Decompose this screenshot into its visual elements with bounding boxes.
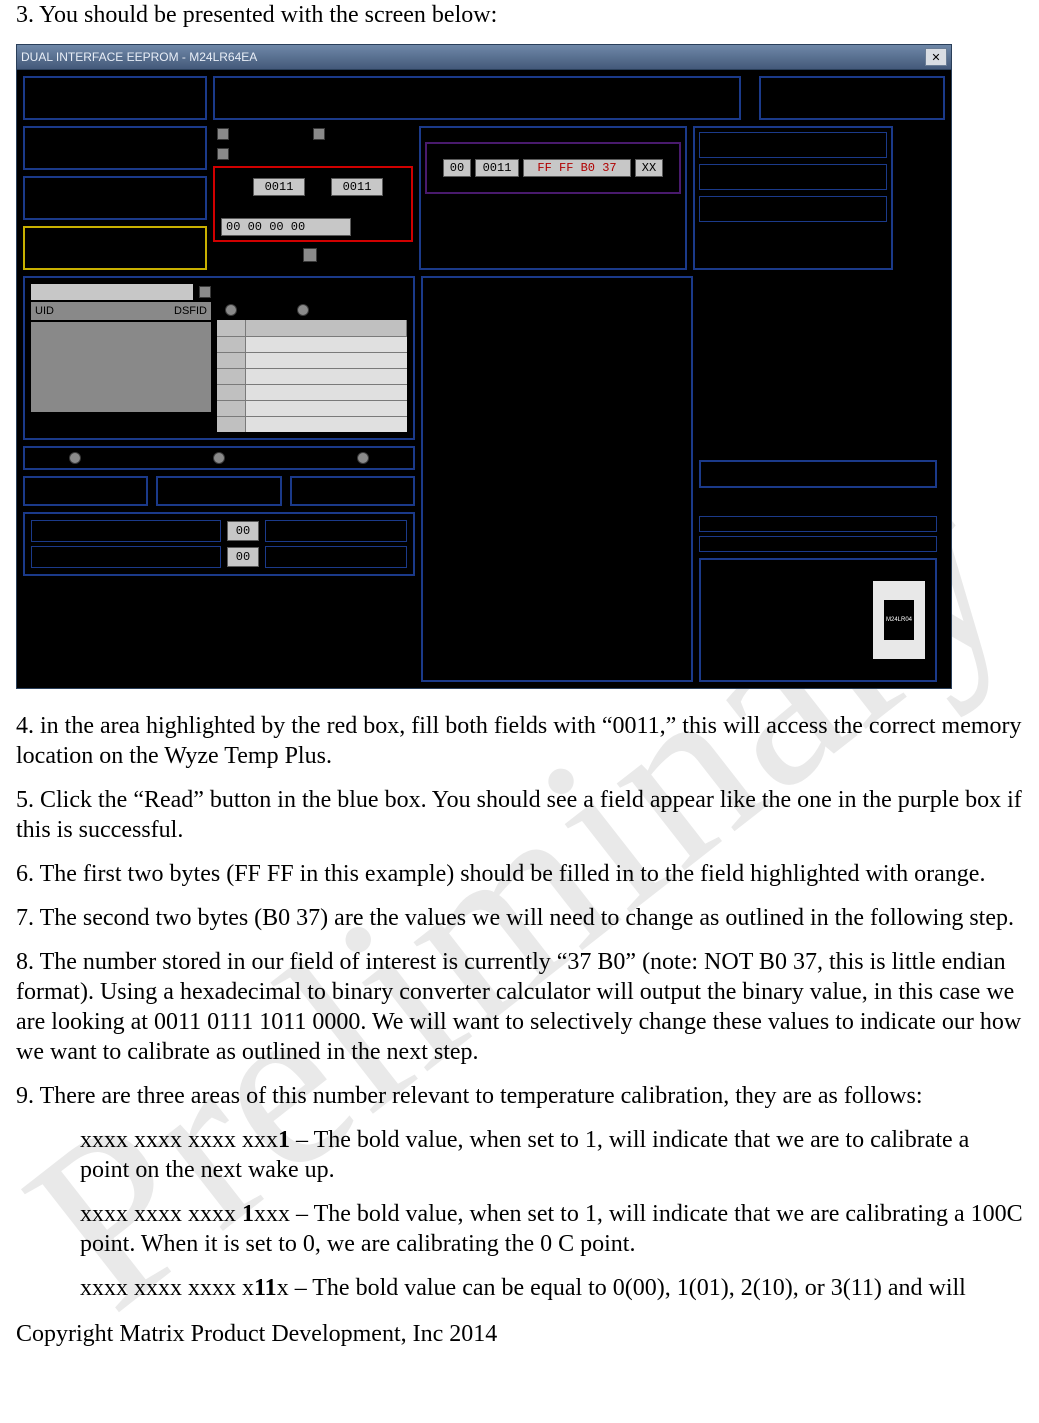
table-cell bbox=[245, 416, 407, 432]
uid-panel: UID DSFID bbox=[23, 276, 415, 440]
radio-a[interactable] bbox=[69, 452, 81, 464]
bullet-c-pre: xxxx xxxx xxxx x bbox=[80, 1275, 254, 1301]
bullet-a-bold: 1 bbox=[278, 1127, 290, 1153]
checkbox-2[interactable] bbox=[313, 128, 325, 140]
table-cell bbox=[245, 336, 407, 352]
bullet-c: xxxx xxxx xxxx x11x – The bold value can… bbox=[80, 1273, 1023, 1303]
purple-field-2: 0011 bbox=[475, 159, 519, 177]
right-lower-button[interactable] bbox=[699, 460, 937, 488]
app-window: DUAL INTERFACE EEPROM - M24LR64EA ✕ bbox=[16, 44, 952, 689]
step-5: 5. Click the “Read” button in the blue b… bbox=[16, 785, 1023, 845]
right-button-1[interactable] bbox=[699, 132, 887, 158]
compact-value-2: 00 bbox=[227, 547, 259, 567]
purple-highlight-box: 00 0011 FF FF B0 37 XX bbox=[425, 142, 681, 194]
bullet-b-bold: 1 bbox=[242, 1201, 254, 1227]
title-bar: DUAL INTERFACE EEPROM - M24LR64EA ✕ bbox=[17, 45, 951, 70]
dsfid-label: DSFID bbox=[174, 305, 207, 317]
bottom-button-3[interactable] bbox=[290, 476, 415, 506]
bottom-button-1[interactable] bbox=[23, 476, 148, 506]
red-input-1[interactable]: 0011 bbox=[253, 178, 305, 196]
left-button-1[interactable] bbox=[23, 126, 207, 170]
bullet-b-pre: xxxx xxxx xxxx bbox=[80, 1201, 242, 1227]
step-7: 7. The second two bytes (B0 37) are the … bbox=[16, 903, 1023, 933]
table-cell bbox=[217, 400, 245, 416]
red-input-2[interactable]: 0011 bbox=[331, 178, 383, 196]
orange-highlight-field[interactable] bbox=[23, 226, 207, 270]
uid-label: UID bbox=[35, 305, 54, 317]
red-wide-input[interactable]: 00 00 00 00 bbox=[221, 218, 351, 236]
checkbox-4[interactable] bbox=[303, 248, 317, 262]
chip-icon: M24LR04 bbox=[873, 580, 925, 660]
bullet-c-bold: 11 bbox=[254, 1275, 277, 1301]
top-panel-left bbox=[23, 76, 207, 120]
bullet-c-post: x – The bold value can be equal to 0(00)… bbox=[277, 1275, 966, 1301]
compact-btn-2[interactable] bbox=[265, 546, 407, 568]
data-column: 00 0011 FF FF B0 37 XX bbox=[419, 126, 687, 270]
radio-group bbox=[23, 446, 415, 470]
left-button-2[interactable] bbox=[23, 176, 207, 220]
table-header-1 bbox=[217, 320, 246, 336]
radio-2[interactable] bbox=[297, 304, 309, 316]
right-button-3[interactable] bbox=[699, 196, 887, 222]
radio-b[interactable] bbox=[213, 452, 225, 464]
purple-field-3: FF FF B0 37 bbox=[523, 159, 631, 177]
chip-label: M24LR04 bbox=[884, 600, 914, 640]
bullet-a-pre: xxxx xxxx xxxx xxx bbox=[80, 1127, 278, 1153]
gray-bar-1 bbox=[31, 284, 193, 300]
copyright-line: Copyright Matrix Product Development, In… bbox=[16, 1321, 1023, 1348]
compact-field-2[interactable] bbox=[31, 546, 221, 568]
left-button-column bbox=[23, 126, 207, 270]
close-button[interactable]: ✕ bbox=[925, 48, 947, 66]
table-cell bbox=[217, 368, 245, 384]
compact-value-1: 00 bbox=[227, 521, 259, 541]
table-cell bbox=[217, 352, 245, 368]
top-panel-right bbox=[759, 76, 945, 120]
radio-c[interactable] bbox=[357, 452, 369, 464]
purple-field-4: XX bbox=[635, 159, 663, 177]
checkbox-1[interactable] bbox=[217, 128, 229, 140]
red-highlight-box: 0011 0011 00 00 00 00 bbox=[213, 166, 413, 242]
table-cell bbox=[217, 416, 245, 432]
checkbox-5[interactable] bbox=[199, 286, 211, 298]
center-lower-panel bbox=[421, 276, 693, 682]
step-4: 4. in the area highlighted by the red bo… bbox=[16, 711, 1023, 771]
bullet-a: xxxx xxxx xxxx xxx1 – The bold value, wh… bbox=[80, 1125, 1023, 1185]
right-button-column bbox=[693, 126, 893, 270]
table-header-2 bbox=[246, 320, 407, 336]
step-3-intro: 3. You should be presented with the scre… bbox=[16, 0, 1023, 30]
step-9: 9. There are three areas of this number … bbox=[16, 1081, 1023, 1111]
close-icon: ✕ bbox=[931, 51, 940, 64]
right-lower-bar-1 bbox=[699, 516, 937, 532]
compact-btn-1[interactable] bbox=[265, 520, 407, 542]
bottom-button-2[interactable] bbox=[156, 476, 281, 506]
uid-header: UID DSFID bbox=[31, 302, 211, 320]
bullet-b: xxxx xxxx xxxx 1xxx – The bold value, wh… bbox=[80, 1199, 1023, 1259]
table-cell bbox=[217, 384, 245, 400]
right-button-2[interactable] bbox=[699, 164, 887, 190]
step-8: 8. The number stored in our field of int… bbox=[16, 947, 1023, 1067]
uid-list bbox=[31, 322, 211, 412]
right-lower-bar-2 bbox=[699, 536, 937, 552]
chip-preview-panel: M24LR04 bbox=[699, 558, 937, 682]
compact-field-1[interactable] bbox=[31, 520, 221, 542]
table-cell bbox=[217, 336, 245, 352]
table-cell bbox=[245, 400, 407, 416]
data-table bbox=[217, 284, 407, 432]
window-title: DUAL INTERFACE EEPROM - M24LR64EA bbox=[21, 50, 257, 64]
center-column: 0011 0011 00 00 00 00 bbox=[213, 126, 413, 270]
radio-1[interactable] bbox=[225, 304, 237, 316]
table-cell bbox=[245, 384, 407, 400]
table-cell bbox=[245, 352, 407, 368]
step-6: 6. The first two bytes (FF FF in this ex… bbox=[16, 859, 1023, 889]
checkbox-3[interactable] bbox=[217, 148, 229, 160]
table-cell bbox=[245, 368, 407, 384]
purple-field-1: 00 bbox=[443, 159, 471, 177]
compact-section: 00 00 bbox=[23, 512, 415, 576]
top-panel-wide bbox=[213, 76, 741, 120]
